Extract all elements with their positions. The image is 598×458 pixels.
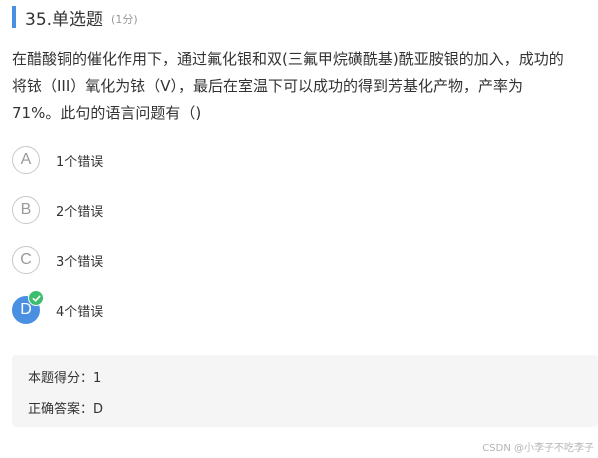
option-b-label: 2个错误 — [56, 204, 104, 220]
option-d-label: 4个错误 — [56, 304, 104, 320]
option-c-label: 3个错误 — [56, 254, 104, 270]
correct-answer-text: 正确答案：D — [28, 402, 104, 417]
option-c-circle[interactable]: C — [12, 246, 40, 274]
question-header: 35.单选题 (1分) — [12, 6, 138, 30]
option-b[interactable]: B 2个错误 — [12, 195, 103, 225]
question-line: 71%。此句的语言问题有（) — [12, 104, 202, 122]
option-d[interactable]: D 4个错误 — [12, 290, 104, 325]
question-line: 在醋酸铜的催化作用下，通过氟化银和双(三氟甲烷磺酰基)酰亚胺银的加入，成功的 — [12, 50, 564, 68]
option-d-circle[interactable]: D — [12, 290, 44, 324]
option-a-circle[interactable]: A — [12, 146, 40, 174]
check-icon — [28, 290, 44, 306]
option-c[interactable]: C 3个错误 — [12, 245, 103, 275]
score-text: 本题得分：1 — [28, 371, 102, 386]
option-b-letter: B — [20, 201, 32, 218]
option-b-circle[interactable]: B — [12, 196, 40, 224]
option-c-letter: C — [20, 251, 32, 268]
option-a-label: 1个错误 — [56, 154, 104, 170]
option-a-letter: A — [20, 151, 32, 168]
option-a[interactable]: A 1个错误 — [12, 145, 103, 175]
question-points: (1分) — [111, 12, 138, 26]
question-line: 将铱（III）氧化为铱（V），最后在室温下可以成功的得到芳基化产物，产率为 — [12, 77, 524, 95]
result-panel: 本题得分：1 正确答案：D — [12, 355, 598, 427]
question-number-title: 35.单选题 — [25, 9, 104, 30]
question-text: 在醋酸铜的催化作用下，通过氟化银和双(三氟甲烷磺酰基)酰亚胺银的加入，成功的 将… — [12, 46, 598, 127]
watermark: CSDN @小李子不吃李子 — [482, 443, 594, 454]
